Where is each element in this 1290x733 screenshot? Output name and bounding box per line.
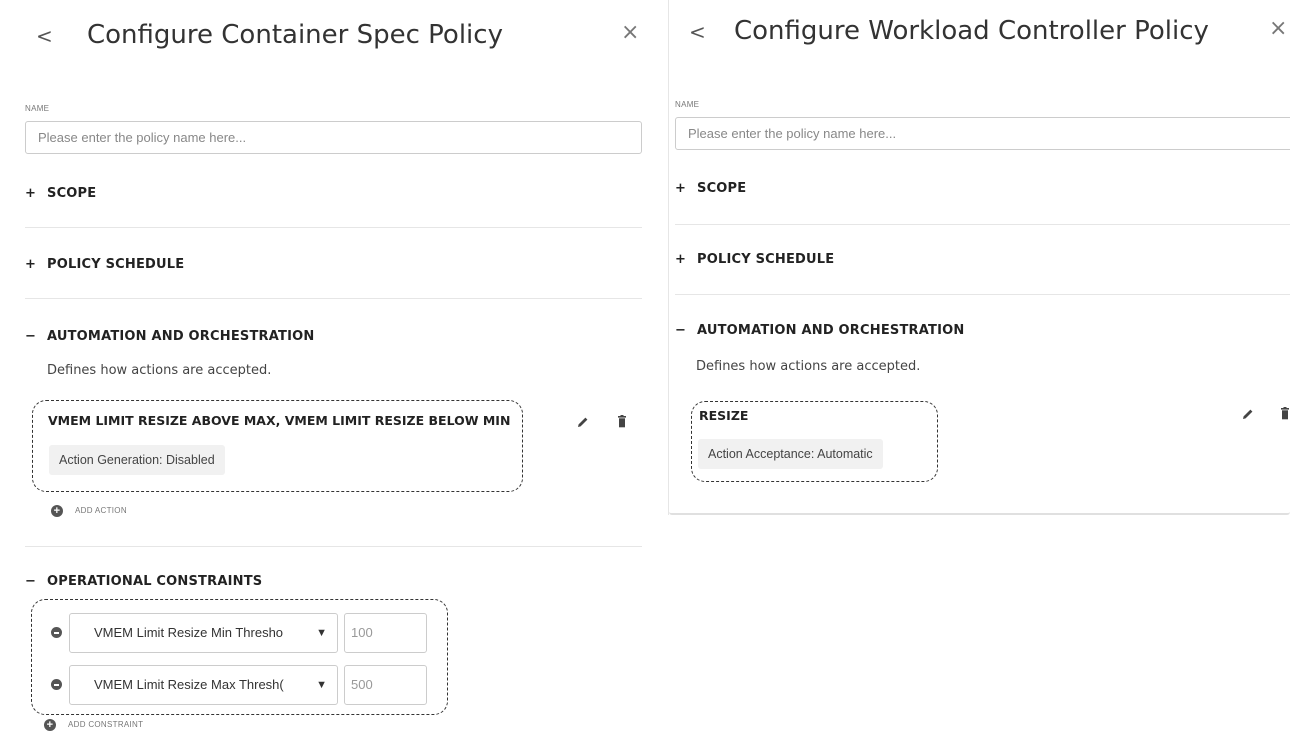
constraint-value-input[interactable]: 100 xyxy=(344,613,427,653)
automation-description: Defines how actions are accepted. xyxy=(696,359,921,374)
collapse-icon: − xyxy=(25,329,37,344)
trash-icon[interactable] xyxy=(1280,407,1290,420)
section-automation[interactable]: − AUTOMATION AND ORCHESTRATION xyxy=(25,329,314,344)
constraint-select-value: VMEM Limit Resize Min Thresho xyxy=(94,625,284,640)
close-icon[interactable]: × xyxy=(1269,16,1287,41)
add-action-label: ADD ACTION xyxy=(75,506,127,516)
section-label: SCOPE xyxy=(47,186,97,201)
section-operational-constraints[interactable]: − OPERATIONAL CONSTRAINTS xyxy=(25,574,262,589)
add-action-button[interactable]: + ADD ACTION xyxy=(51,505,127,517)
close-icon[interactable]: × xyxy=(621,20,639,45)
minus-circle-icon[interactable] xyxy=(51,679,62,690)
plus-circle-icon: + xyxy=(51,505,63,517)
divider xyxy=(675,294,1290,295)
divider xyxy=(25,227,642,228)
constraint-value-input[interactable]: 500 xyxy=(344,665,427,705)
add-constraint-button[interactable]: + ADD CONSTRAINT xyxy=(44,719,143,731)
expand-icon: + xyxy=(25,257,37,272)
pencil-icon[interactable] xyxy=(1242,408,1254,420)
action-acceptance-chip: Action Acceptance: Automatic xyxy=(698,439,883,469)
policy-name-input[interactable] xyxy=(25,121,642,154)
container-spec-policy-panel: < Configure Container Spec Policy × NAME… xyxy=(0,0,655,733)
expand-icon: + xyxy=(675,252,687,267)
page-title: Configure Container Spec Policy xyxy=(87,20,503,50)
section-label: POLICY SCHEDULE xyxy=(697,252,835,267)
section-label: SCOPE xyxy=(697,181,747,196)
expand-icon: + xyxy=(25,186,37,201)
constraint-select-value: VMEM Limit Resize Max Thresh( xyxy=(94,677,284,692)
chevron-down-icon: ▼ xyxy=(316,627,327,639)
section-policy-schedule[interactable]: + POLICY SCHEDULE xyxy=(675,252,834,267)
trash-icon[interactable] xyxy=(617,415,627,428)
panel-bottom-edge xyxy=(669,512,1290,515)
chevron-down-icon: ▼ xyxy=(316,679,327,691)
name-label: NAME xyxy=(25,104,50,113)
collapse-icon: − xyxy=(25,574,37,589)
minus-circle-icon[interactable] xyxy=(51,627,62,638)
action-generation-chip: Action Generation: Disabled xyxy=(49,445,225,475)
pencil-icon[interactable] xyxy=(577,416,589,428)
section-label: AUTOMATION AND ORCHESTRATION xyxy=(697,323,965,338)
section-label: AUTOMATION AND ORCHESTRATION xyxy=(47,329,315,344)
automation-description: Defines how actions are accepted. xyxy=(47,363,272,378)
section-scope[interactable]: + SCOPE xyxy=(675,181,746,196)
section-label: OPERATIONAL CONSTRAINTS xyxy=(47,574,263,589)
divider xyxy=(25,546,642,547)
action-title: RESIZE xyxy=(699,408,749,423)
section-label: POLICY SCHEDULE xyxy=(47,257,185,272)
back-icon[interactable]: < xyxy=(689,20,706,44)
panel-header: < Configure Workload Controller Policy × xyxy=(669,0,1290,70)
workload-controller-policy-panel: < Configure Workload Controller Policy ×… xyxy=(668,0,1290,515)
page-title: Configure Workload Controller Policy xyxy=(734,16,1209,46)
action-title: VMEM LIMIT RESIZE ABOVE MAX, VMEM LIMIT … xyxy=(48,413,511,428)
constraint-select[interactable]: VMEM Limit Resize Max Thresh( ▼ xyxy=(69,665,338,705)
panel-header: < Configure Container Spec Policy × xyxy=(0,0,655,70)
expand-icon: + xyxy=(675,181,687,196)
section-automation[interactable]: − AUTOMATION AND ORCHESTRATION xyxy=(675,323,964,338)
back-icon[interactable]: < xyxy=(36,24,53,48)
section-scope[interactable]: + SCOPE xyxy=(25,186,96,201)
plus-circle-icon: + xyxy=(44,719,56,731)
add-constraint-label: ADD CONSTRAINT xyxy=(68,720,144,730)
divider xyxy=(25,298,642,299)
policy-name-input[interactable] xyxy=(675,117,1290,150)
section-policy-schedule[interactable]: + POLICY SCHEDULE xyxy=(25,257,184,272)
constraint-select[interactable]: VMEM Limit Resize Min Thresho ▼ xyxy=(69,613,338,653)
divider xyxy=(675,224,1290,225)
name-label: NAME xyxy=(675,100,700,109)
collapse-icon: − xyxy=(675,323,687,338)
